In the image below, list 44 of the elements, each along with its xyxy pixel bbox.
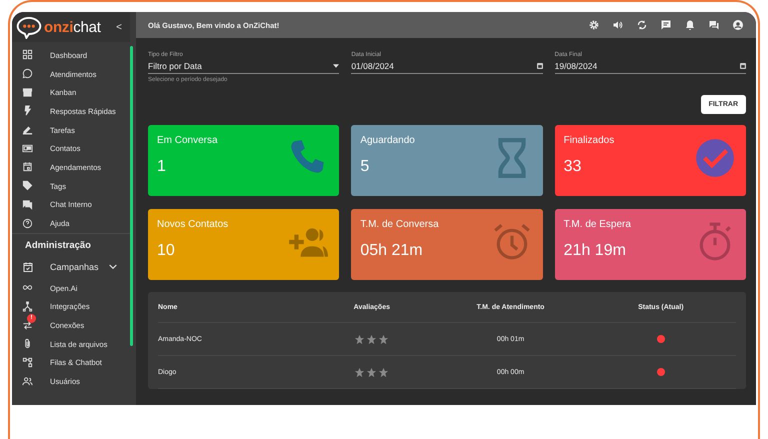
calendar-icon [22, 161, 33, 172]
contact-card-icon [22, 142, 33, 154]
card-value: 21h 19m [564, 242, 626, 260]
collapse-button[interactable]: < [112, 20, 126, 34]
paperclip-icon [22, 338, 33, 350]
card-value: 5 [360, 158, 370, 176]
card-title: Aguardando [360, 135, 415, 146]
card-title: Novos Contatos [157, 219, 228, 230]
dropdown-arrow-icon [333, 64, 340, 68]
lightning-icon [22, 105, 33, 116]
user-avatar-icon[interactable] [732, 19, 744, 31]
message-icon[interactable] [660, 19, 672, 31]
chevron-down-icon [108, 264, 117, 270]
swap-icon [22, 320, 33, 331]
refresh-icon[interactable] [636, 19, 648, 31]
card-title: Finalizados [564, 135, 614, 146]
card-title: Em Conversa [157, 135, 218, 146]
grid-icon [22, 49, 33, 60]
chat-icon[interactable] [708, 19, 720, 31]
speech-bubble-logo-icon [16, 16, 42, 38]
brand-logo-text: onzichat [44, 18, 101, 36]
help-icon [22, 218, 33, 229]
users-icon [22, 376, 33, 387]
scrollbar-thumb[interactable] [130, 46, 133, 346]
tag-icon [22, 180, 33, 192]
check-circle-icon [694, 137, 736, 179]
card-value: 33 [564, 158, 582, 176]
card-value: 05h 21m [360, 242, 423, 260]
settings-icon[interactable] [588, 19, 600, 31]
calendar-icon [22, 260, 34, 273]
card-value: 10 [157, 242, 175, 260]
bell-icon[interactable] [684, 19, 696, 31]
flowchart-icon [22, 356, 33, 368]
card-value: 1 [157, 158, 166, 176]
chat-bubble-icon [22, 68, 33, 80]
calendar-icon [740, 63, 746, 69]
calendar-icon [536, 63, 543, 69]
branch-icon [22, 300, 33, 312]
speaker-icon[interactable] [612, 19, 624, 31]
pencil-icon [22, 124, 33, 136]
card-title: T.M. de Conversa [360, 219, 439, 230]
menu-group[interactable]: Campanhas [12, 254, 130, 279]
chat-icon [22, 198, 33, 210]
card-title: T.M. de Espera [564, 219, 631, 230]
